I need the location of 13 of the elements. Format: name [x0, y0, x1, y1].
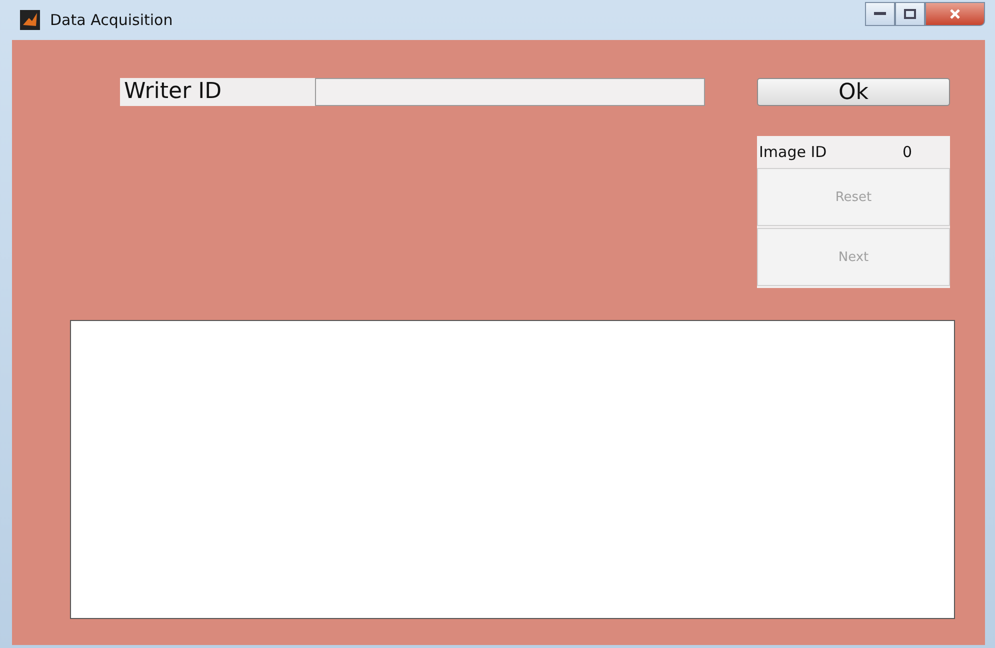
maximize-button[interactable]: [895, 2, 925, 26]
close-button[interactable]: [925, 2, 985, 26]
app-icon: [20, 10, 40, 30]
writer-id-label: Writer ID: [120, 78, 315, 106]
minimize-button[interactable]: [865, 2, 895, 26]
ok-button[interactable]: Ok: [757, 78, 950, 106]
close-icon: [949, 8, 961, 20]
image-id-value: 0: [902, 143, 912, 161]
image-id-label: Image ID: [759, 143, 827, 161]
maximize-icon: [904, 9, 916, 19]
minimize-icon: [874, 12, 886, 16]
window-title: Data Acquisition: [50, 11, 173, 29]
writer-id-field[interactable]: [315, 78, 705, 106]
